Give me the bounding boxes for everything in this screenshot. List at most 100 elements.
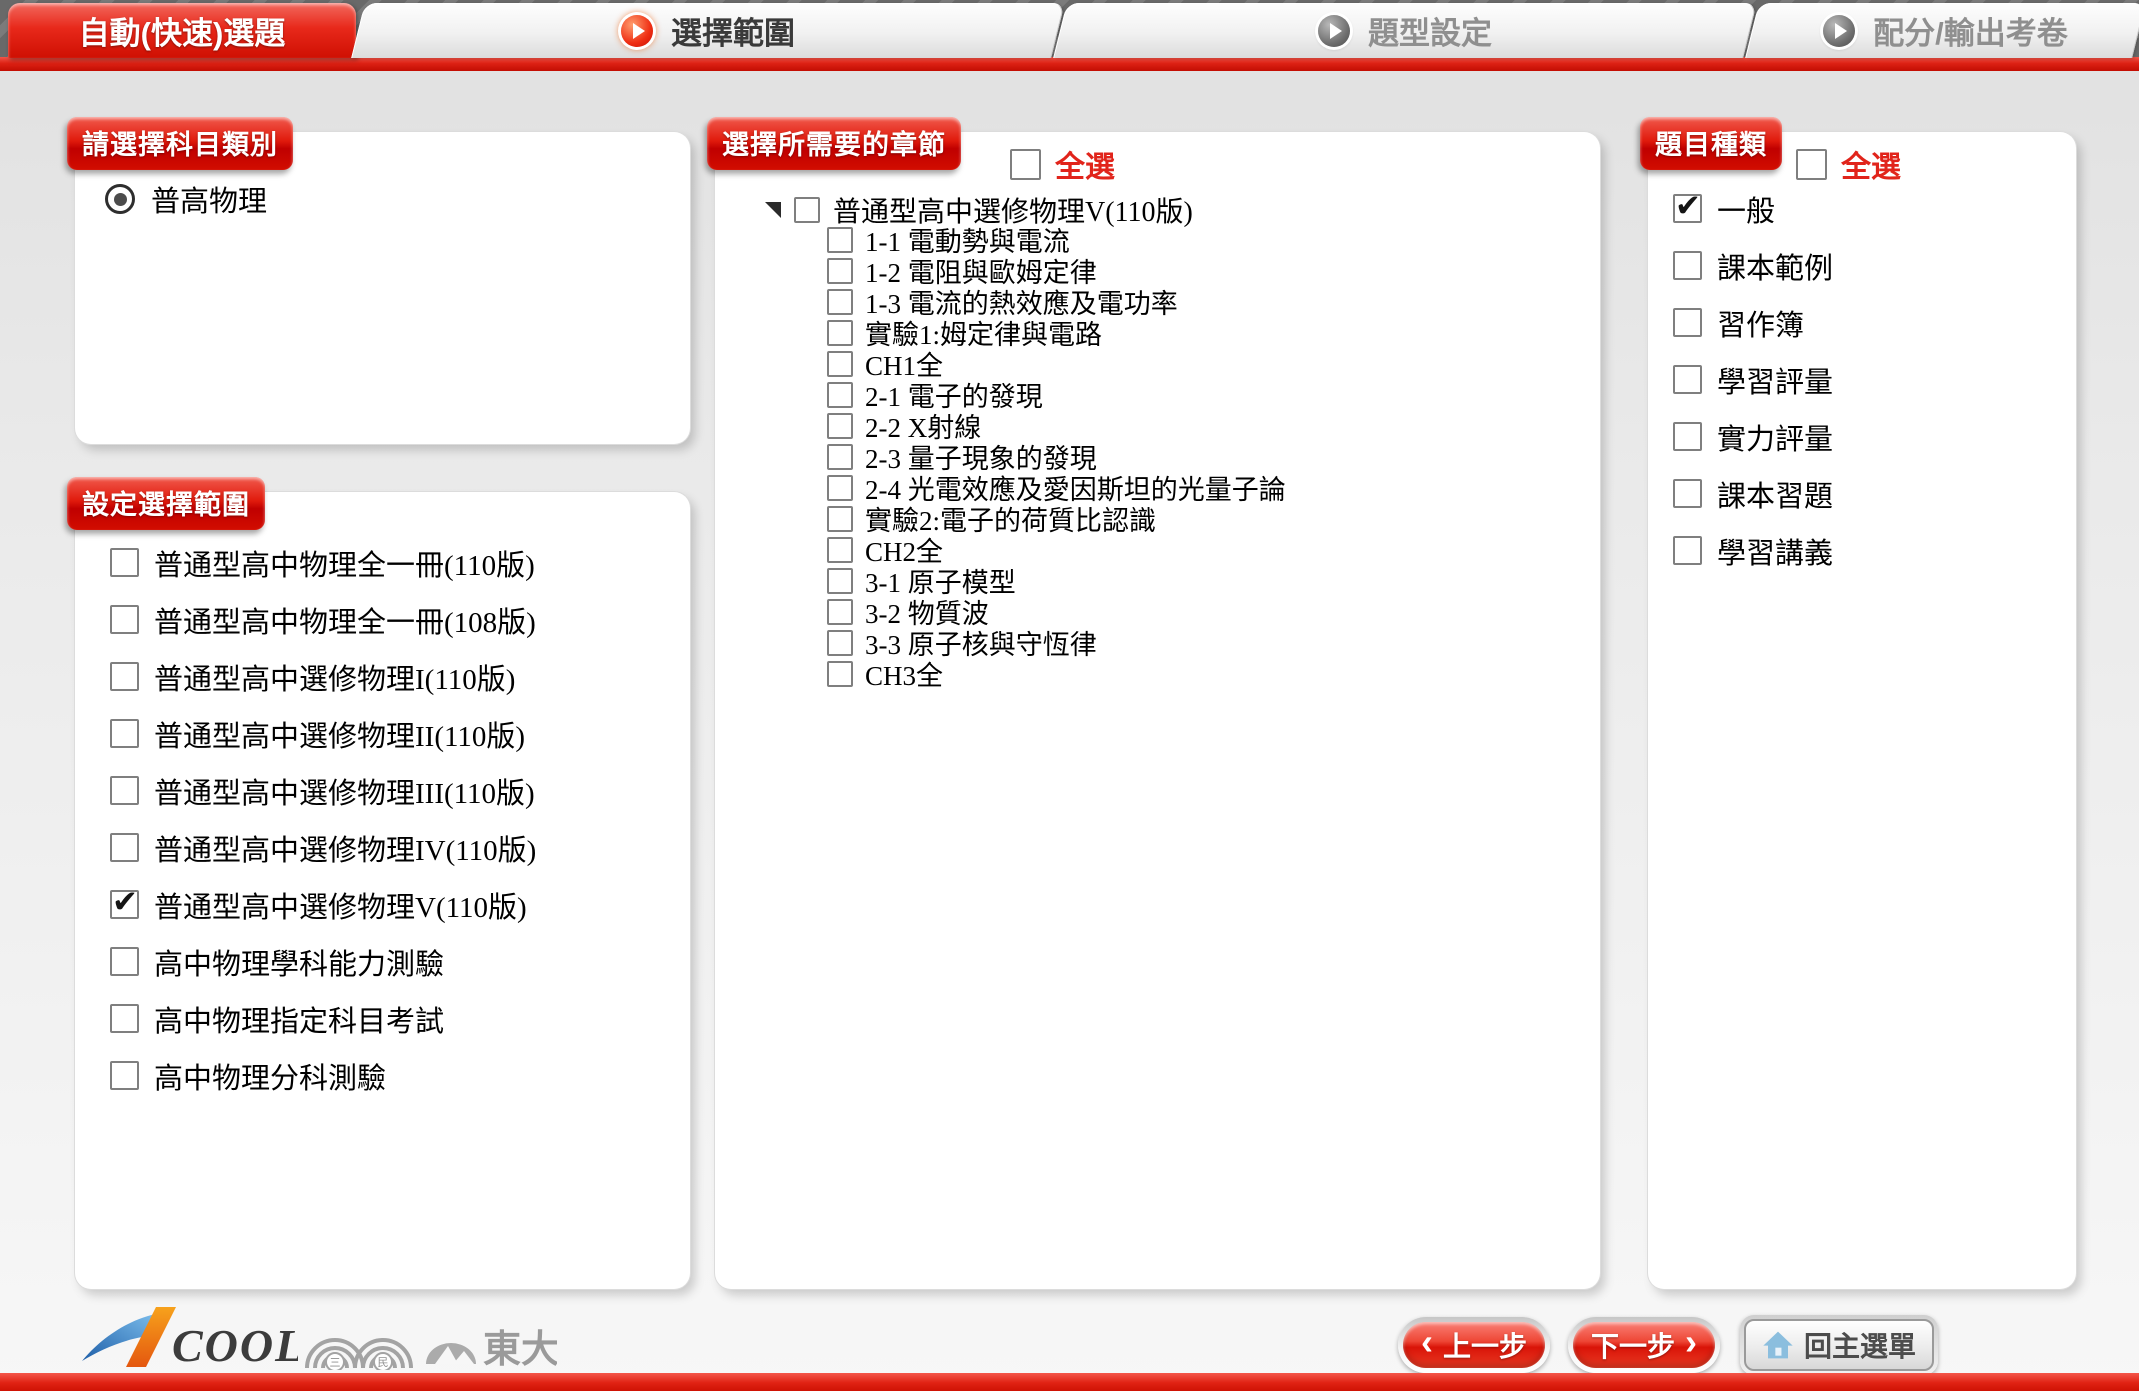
sanmin-logo-char1: 三 bbox=[330, 1357, 341, 1369]
type-option[interactable]: 學習評量 bbox=[1673, 351, 2066, 408]
exam-builder-window: 自動(快速)選題 選擇範圍 題型設定 配分/輸出考卷 bbox=[0, 0, 2139, 1391]
chapter-select-all[interactable]: 全選 bbox=[1010, 142, 1115, 186]
type-option[interactable]: 實力評量 bbox=[1673, 408, 2066, 465]
checkbox-icon[interactable] bbox=[110, 947, 139, 976]
range-option[interactable]: 普通型高中物理全一冊(108版) bbox=[110, 591, 680, 648]
checkbox-icon[interactable] bbox=[827, 413, 853, 439]
type-option[interactable]: 課本範例 bbox=[1673, 237, 2066, 294]
range-option[interactable]: 高中物理指定科目考試 bbox=[110, 990, 680, 1047]
checkbox-icon[interactable] bbox=[1010, 149, 1041, 180]
type-option-label: 學習講義 bbox=[1717, 530, 1833, 572]
checkbox-icon[interactable] bbox=[110, 776, 139, 805]
checkbox-icon[interactable] bbox=[827, 227, 853, 253]
chevron-right-icon: › bbox=[1685, 1322, 1697, 1362]
sanmin-logo: 三 民 bbox=[303, 1322, 415, 1375]
range-option-label: 普通型高中物理全一冊(108版) bbox=[154, 599, 536, 641]
type-option[interactable]: 一般 bbox=[1673, 180, 2066, 237]
tab-question-type-setting[interactable]: 題型設定 bbox=[1060, 3, 1750, 58]
question-type-panel: 題目種類 全選 一般 課本範例 習作簿 bbox=[1648, 132, 2076, 1289]
next-step-button[interactable]: 下一步 › bbox=[1568, 1317, 1720, 1373]
checkbox-icon[interactable] bbox=[827, 444, 853, 470]
next-button-label: 下一步 bbox=[1591, 1325, 1675, 1365]
range-option[interactable]: 高中物理學科能力測驗 bbox=[110, 933, 680, 990]
checkbox-icon[interactable] bbox=[1796, 149, 1827, 180]
checkbox-icon[interactable] bbox=[1673, 251, 1702, 280]
range-option[interactable]: 普通型高中選修物理IV(110版) bbox=[110, 819, 680, 876]
range-option[interactable]: 普通型高中選修物理I(110版) bbox=[110, 648, 680, 705]
radio-icon[interactable] bbox=[105, 184, 135, 214]
range-panel: 設定選擇範圍 普通型高中物理全一冊(110版) 普通型高中物理全一冊(108版)… bbox=[75, 492, 690, 1289]
checkbox-icon[interactable] bbox=[827, 661, 853, 687]
range-option-label: 普通型高中選修物理V(110版) bbox=[154, 884, 527, 926]
home-menu-button[interactable]: 回主選單 bbox=[1740, 1315, 1938, 1375]
type-option-label: 一般 bbox=[1717, 188, 1775, 230]
checkbox-icon[interactable] bbox=[110, 662, 139, 691]
dongda-logo: 東大 bbox=[425, 1324, 557, 1375]
step-tab-bar: 自動(快速)選題 選擇範圍 題型設定 配分/輸出考卷 bbox=[0, 0, 2139, 71]
panel-title-badge: 選擇所需要的章節 bbox=[707, 117, 961, 170]
checkbox-icon[interactable] bbox=[1673, 365, 1702, 394]
chapter-option[interactable]: CH3全 bbox=[827, 658, 1590, 689]
checkbox-icon[interactable] bbox=[110, 833, 139, 862]
checkbox-icon[interactable] bbox=[827, 630, 853, 656]
range-option-label: 普通型高中選修物理IV(110版) bbox=[154, 827, 536, 869]
checkbox-icon[interactable] bbox=[1673, 536, 1702, 565]
checkbox-icon[interactable] bbox=[110, 890, 139, 919]
checkbox-icon[interactable] bbox=[110, 605, 139, 634]
checkbox-icon[interactable] bbox=[110, 719, 139, 748]
prev-step-button[interactable]: ‹ 上一步 bbox=[1398, 1317, 1550, 1373]
tab-auto-quick-select[interactable]: 自動(快速)選題 bbox=[8, 3, 356, 58]
type-option-label: 實力評量 bbox=[1717, 416, 1833, 458]
range-option[interactable]: 普通型高中選修物理II(110版) bbox=[110, 705, 680, 762]
subject-option[interactable]: 普高物理 bbox=[105, 178, 267, 220]
chapter-panel: 選擇所需要的章節 全選 普通型高中選修物理V(110版) 1-1 電動勢與電流 … bbox=[715, 132, 1600, 1289]
range-option[interactable]: 普通型高中選修物理III(110版) bbox=[110, 762, 680, 819]
range-option[interactable]: 普通型高中物理全一冊(110版) bbox=[110, 534, 680, 591]
checkbox-icon[interactable] bbox=[827, 289, 853, 315]
checkbox-icon[interactable] bbox=[827, 351, 853, 377]
select-all-label: 全選 bbox=[1055, 142, 1115, 186]
checkbox-icon[interactable] bbox=[827, 475, 853, 501]
checkbox-icon[interactable] bbox=[1673, 308, 1702, 337]
play-icon bbox=[1823, 15, 1855, 47]
chapter-tree-list: 1-1 電動勢與電流 1-2 電阻與歐姆定律 1-3 電流的熱效應及電功率 實驗… bbox=[827, 224, 1590, 689]
checkbox-icon[interactable] bbox=[110, 1061, 139, 1090]
checkbox-icon[interactable] bbox=[827, 320, 853, 346]
checkbox-icon[interactable] bbox=[1673, 194, 1702, 223]
checkbox-icon[interactable] bbox=[827, 599, 853, 625]
checkbox-icon[interactable] bbox=[827, 258, 853, 284]
range-option-label: 普通型高中選修物理III(110版) bbox=[154, 770, 535, 812]
type-option-label: 課本範例 bbox=[1717, 245, 1833, 287]
tab-select-range[interactable]: 選擇範圍 bbox=[358, 3, 1058, 58]
expand-arrow-icon[interactable] bbox=[765, 202, 781, 218]
subject-option-label: 普高物理 bbox=[151, 178, 267, 220]
checkbox-icon[interactable] bbox=[827, 568, 853, 594]
range-option-label: 高中物理分科測驗 bbox=[154, 1055, 386, 1097]
prev-button-label: 上一步 bbox=[1443, 1325, 1527, 1365]
type-option[interactable]: 學習講義 bbox=[1673, 522, 2066, 579]
checkbox-icon[interactable] bbox=[827, 537, 853, 563]
tab-score-output[interactable]: 配分/輸出考卷 bbox=[1752, 3, 2139, 58]
checkbox-icon[interactable] bbox=[1673, 422, 1702, 451]
tab-label: 自動(快速)選題 bbox=[79, 8, 286, 53]
checkbox-icon[interactable] bbox=[1673, 479, 1702, 508]
type-option[interactable]: 課本習題 bbox=[1673, 465, 2066, 522]
cool-logo-text: COOL bbox=[172, 1320, 298, 1371]
checkbox-icon[interactable] bbox=[827, 382, 853, 408]
checkbox-icon[interactable] bbox=[110, 1004, 139, 1033]
checkbox-icon[interactable] bbox=[794, 197, 820, 223]
tab-label: 配分/輸出考卷 bbox=[1873, 8, 2068, 53]
type-option[interactable]: 習作簿 bbox=[1673, 294, 2066, 351]
type-select-all[interactable]: 全選 bbox=[1796, 142, 1901, 186]
play-icon bbox=[1318, 15, 1350, 47]
panel-title-badge: 請選擇科目類別 bbox=[67, 117, 293, 170]
checkbox-icon[interactable] bbox=[110, 548, 139, 577]
home-button-label: 回主選單 bbox=[1804, 1325, 1916, 1365]
type-option-label: 課本習題 bbox=[1717, 473, 1833, 515]
type-option-label: 學習評量 bbox=[1717, 359, 1833, 401]
range-option[interactable]: 普通型高中選修物理V(110版) bbox=[110, 876, 680, 933]
checkbox-icon[interactable] bbox=[827, 506, 853, 532]
range-option[interactable]: 高中物理分科測驗 bbox=[110, 1047, 680, 1104]
chapter-option-label: CH3全 bbox=[865, 654, 943, 693]
bottom-red-bar bbox=[0, 1373, 2139, 1391]
